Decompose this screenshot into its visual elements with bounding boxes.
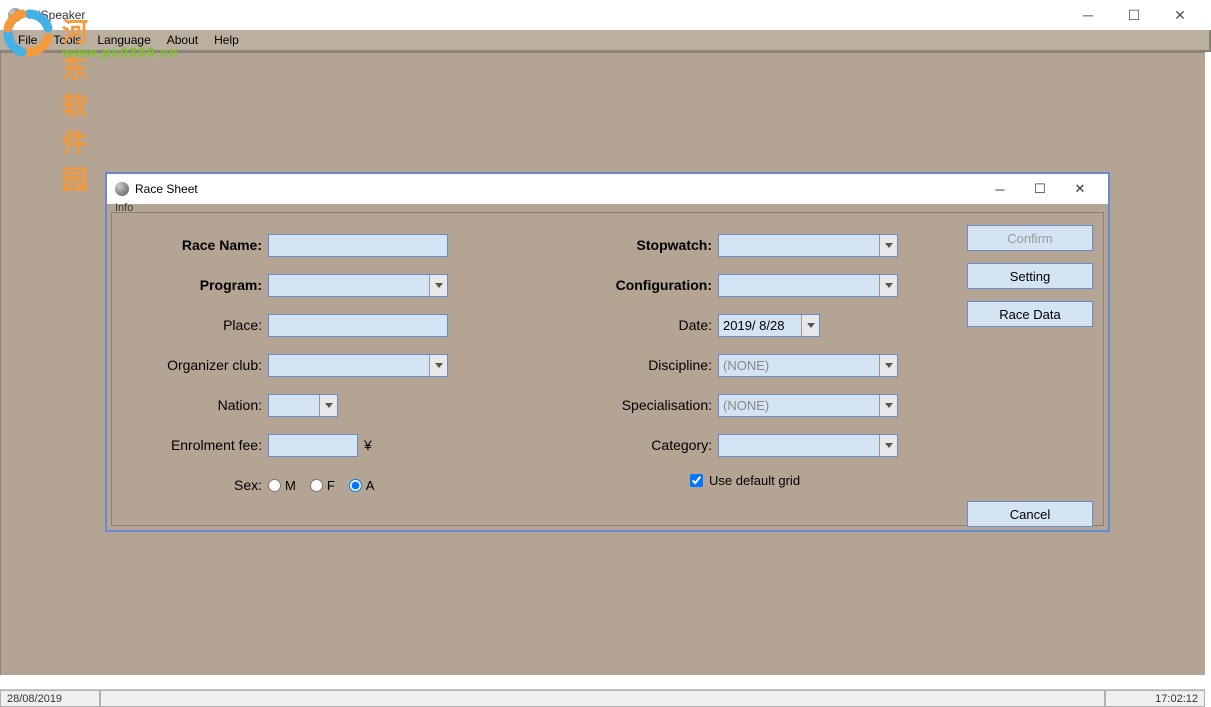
dialog-body: Info Race Name: Program: Place: xyxy=(107,204,1108,530)
default-grid-checkbox[interactable] xyxy=(690,474,703,487)
chevron-down-icon xyxy=(801,315,819,336)
button-column: Confirm Setting Race Data Cancel xyxy=(967,225,1093,527)
main-title: MiSpeaker xyxy=(28,8,1065,22)
nation-combo[interactable] xyxy=(268,394,338,417)
menu-language[interactable]: Language xyxy=(91,33,156,47)
stopwatch-label: Stopwatch: xyxy=(570,237,718,253)
sex-a-radio[interactable]: A xyxy=(349,478,375,493)
nation-label: Nation: xyxy=(120,397,268,413)
status-mid xyxy=(100,690,1105,707)
menu-about[interactable]: About xyxy=(161,33,204,47)
maximize-button[interactable]: ☐ xyxy=(1111,0,1157,30)
dialog-minimize-button[interactable]: ─ xyxy=(980,178,1020,200)
specialisation-combo[interactable]: (NONE) xyxy=(718,394,898,417)
race-name-label: Race Name: xyxy=(120,237,268,253)
menu-tools[interactable]: Tools xyxy=(47,33,87,47)
enrolment-label: Enrolment fee: xyxy=(120,437,268,453)
chevron-down-icon xyxy=(879,275,897,296)
dialog-close-button[interactable]: ✕ xyxy=(1060,178,1100,200)
program-combo[interactable] xyxy=(268,274,448,297)
currency-label: ¥ xyxy=(358,437,372,453)
chevron-down-icon xyxy=(879,355,897,376)
window-controls: ─ ☐ ✕ xyxy=(1065,0,1203,30)
date-label: Date: xyxy=(570,317,718,333)
cancel-button[interactable]: Cancel xyxy=(967,501,1093,527)
sex-f-radio[interactable]: F xyxy=(310,478,335,493)
chevron-down-icon xyxy=(879,435,897,456)
close-button[interactable]: ✕ xyxy=(1157,0,1203,30)
discipline-label: Discipline: xyxy=(570,357,718,373)
specialisation-label: Specialisation: xyxy=(570,397,718,413)
category-label: Category: xyxy=(570,437,718,453)
sex-label: Sex: xyxy=(120,477,268,493)
form-area: Race Name: Program: Place: Organizer clu… xyxy=(120,225,1095,505)
sex-m-radio[interactable]: M xyxy=(268,478,296,493)
configuration-label: Configuration: xyxy=(570,277,718,293)
enrolment-input[interactable] xyxy=(268,434,358,457)
form-col-right: Stopwatch: Configuration: Date: 2019/ 8/… xyxy=(570,225,970,505)
chevron-down-icon xyxy=(879,235,897,256)
chevron-down-icon xyxy=(429,275,447,296)
chevron-down-icon xyxy=(319,395,337,416)
chevron-down-icon xyxy=(429,355,447,376)
configuration-combo[interactable] xyxy=(718,274,898,297)
organizer-combo[interactable] xyxy=(268,354,448,377)
main-titlebar: MiSpeaker ─ ☐ ✕ xyxy=(0,0,1211,30)
menu-help[interactable]: Help xyxy=(208,33,245,47)
status-time: 17:02:12 xyxy=(1105,690,1205,707)
statusbar: 28/08/2019 17:02:12 xyxy=(0,689,1205,707)
discipline-combo[interactable]: (NONE) xyxy=(718,354,898,377)
race-name-input[interactable] xyxy=(268,234,448,257)
date-picker[interactable]: 2019/ 8/28 xyxy=(718,314,820,337)
menubar: File Tools Language About Help xyxy=(0,30,1211,52)
stopwatch-combo[interactable] xyxy=(718,234,898,257)
dialog-titlebar: Race Sheet ─ ☐ ✕ xyxy=(107,174,1108,204)
minimize-button[interactable]: ─ xyxy=(1065,0,1111,30)
form-col-left: Race Name: Program: Place: Organizer clu… xyxy=(120,225,550,505)
dialog-maximize-button[interactable]: ☐ xyxy=(1020,178,1060,200)
dialog-icon xyxy=(115,182,129,196)
app-icon xyxy=(8,8,22,22)
place-label: Place: xyxy=(120,317,268,333)
status-date: 28/08/2019 xyxy=(0,690,100,707)
chevron-down-icon xyxy=(879,395,897,416)
organizer-label: Organizer club: xyxy=(120,357,268,373)
menu-file[interactable]: File xyxy=(12,33,43,47)
dialog-title: Race Sheet xyxy=(135,182,198,196)
default-grid-label: Use default grid xyxy=(709,473,800,488)
info-groupbox: Race Name: Program: Place: Organizer clu… xyxy=(111,212,1104,526)
race-data-button[interactable]: Race Data xyxy=(967,301,1093,327)
setting-button[interactable]: Setting xyxy=(967,263,1093,289)
race-sheet-dialog: Race Sheet ─ ☐ ✕ Info Race Name: Program… xyxy=(105,172,1110,532)
sex-radio-group: M F A xyxy=(268,478,374,493)
program-label: Program: xyxy=(120,277,268,293)
category-combo[interactable] xyxy=(718,434,898,457)
place-input[interactable] xyxy=(268,314,448,337)
confirm-button[interactable]: Confirm xyxy=(967,225,1093,251)
